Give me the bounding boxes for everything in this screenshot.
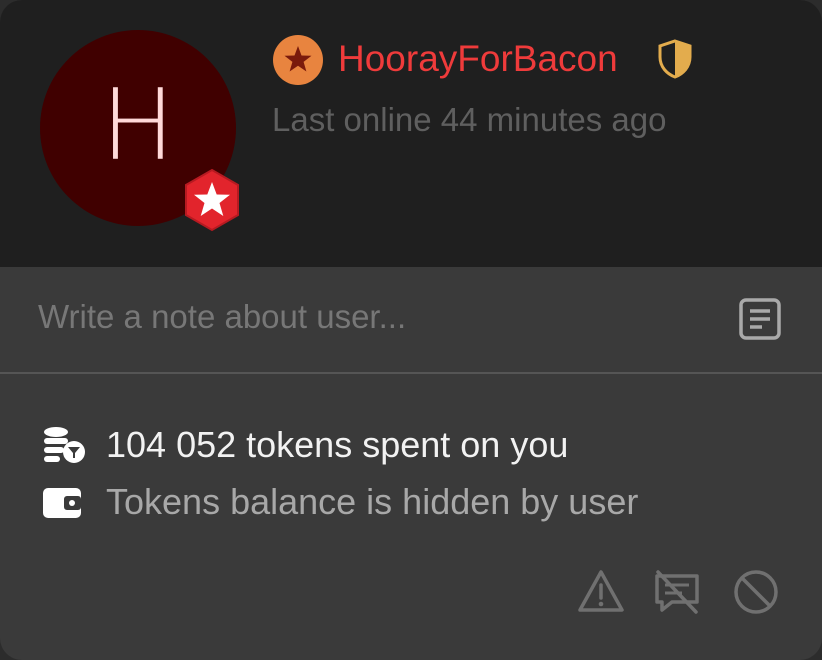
user-profile-card: H HoorayForBacon Last online 44 minutes … xyxy=(0,0,822,660)
shield-icon xyxy=(658,39,692,79)
warning-icon[interactable] xyxy=(576,567,626,617)
chat-off-icon[interactable] xyxy=(652,567,702,617)
star-badge-icon xyxy=(273,35,323,85)
user-note-field xyxy=(0,267,822,374)
last-online-status: Last online 44 minutes ago xyxy=(272,101,667,138)
block-icon[interactable] xyxy=(731,567,781,617)
note-icon[interactable] xyxy=(737,296,783,342)
username[interactable]: HoorayForBacon xyxy=(338,36,618,82)
tokens-balance-text: Tokens balance is hidden by user xyxy=(106,481,639,522)
avatar-letter: H xyxy=(101,69,175,183)
tokens-spent-text: 104 052 tokens spent on you xyxy=(106,424,569,465)
star-hexagon-icon xyxy=(185,168,239,232)
coins-icon xyxy=(44,427,85,463)
wallet-icon xyxy=(43,488,81,518)
user-note-input[interactable] xyxy=(38,293,698,341)
profile-header: H HoorayForBacon Last online 44 minutes … xyxy=(0,0,822,267)
